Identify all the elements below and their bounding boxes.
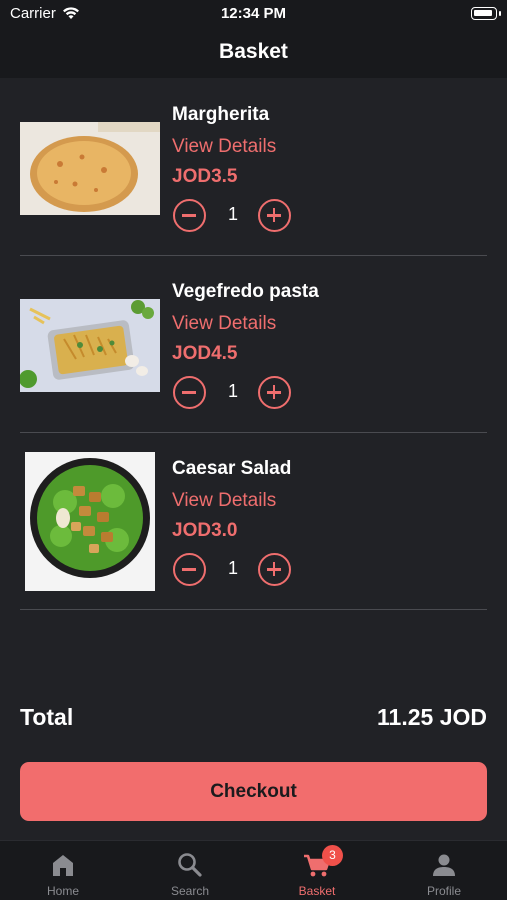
search-icon [174,849,206,881]
tab-label: Basket [298,884,336,898]
status-bar: Carrier 12:34 PM [0,0,507,28]
checkout-button[interactable]: Checkout [20,762,487,821]
pasta-image[interactable] [20,299,160,392]
decrease-quantity-button[interactable] [173,553,206,586]
page-title: Basket [219,40,288,63]
increase-quantity-button[interactable] [258,199,291,232]
tab-label: Home [46,884,79,898]
tab-label: Search [170,884,210,898]
divider [20,609,487,610]
person-icon [428,849,460,881]
quantity-value: 1 [227,204,238,224]
tab-profile[interactable]: Profile [381,841,507,900]
item-name: Vegefredo pasta [172,281,319,302]
pizza-image[interactable] [20,122,160,215]
tab-basket[interactable]: 3 Basket [254,841,380,900]
basket-item: Vegefredo pasta View Details JOD4.5 1 [20,256,487,433]
clock: 12:34 PM [220,5,287,22]
item-price: JOD4.5 [172,343,238,364]
tab-search[interactable]: Search [127,841,253,900]
decrease-quantity-button[interactable] [173,199,206,232]
total-label: Total [20,704,74,730]
basket-item: Caesar Salad View Details JOD3.0 1 [20,433,487,610]
home-icon [47,849,79,881]
tab-home[interactable]: Home [0,841,126,900]
item-price: JOD3.0 [172,520,238,541]
nav-bar: Basket [0,28,507,78]
salad-image[interactable] [25,452,155,591]
increase-quantity-button[interactable] [258,553,291,586]
minus-icon [182,214,196,217]
battery-icon [471,7,501,20]
total-value: 11.25 JOD [377,704,487,730]
basket-item: Margherita View Details JOD3.5 1 [20,79,487,256]
tab-label: Profile [426,884,461,898]
view-details-link[interactable]: View Details [172,136,276,158]
tab-bar: Home Search 3 Basket Profile [0,840,507,900]
quantity-value: 1 [227,381,238,401]
decrease-quantity-button[interactable] [173,376,206,409]
item-price: JOD3.5 [172,166,238,187]
minus-icon [182,391,196,394]
cart-count-badge: 3 [322,845,343,866]
minus-icon [182,568,196,571]
item-name: Caesar Salad [172,458,292,479]
view-details-link[interactable]: View Details [172,313,276,335]
increase-quantity-button[interactable] [258,376,291,409]
item-name: Margherita [172,104,270,125]
view-details-link[interactable]: View Details [172,490,276,512]
quantity-value: 1 [227,558,238,578]
